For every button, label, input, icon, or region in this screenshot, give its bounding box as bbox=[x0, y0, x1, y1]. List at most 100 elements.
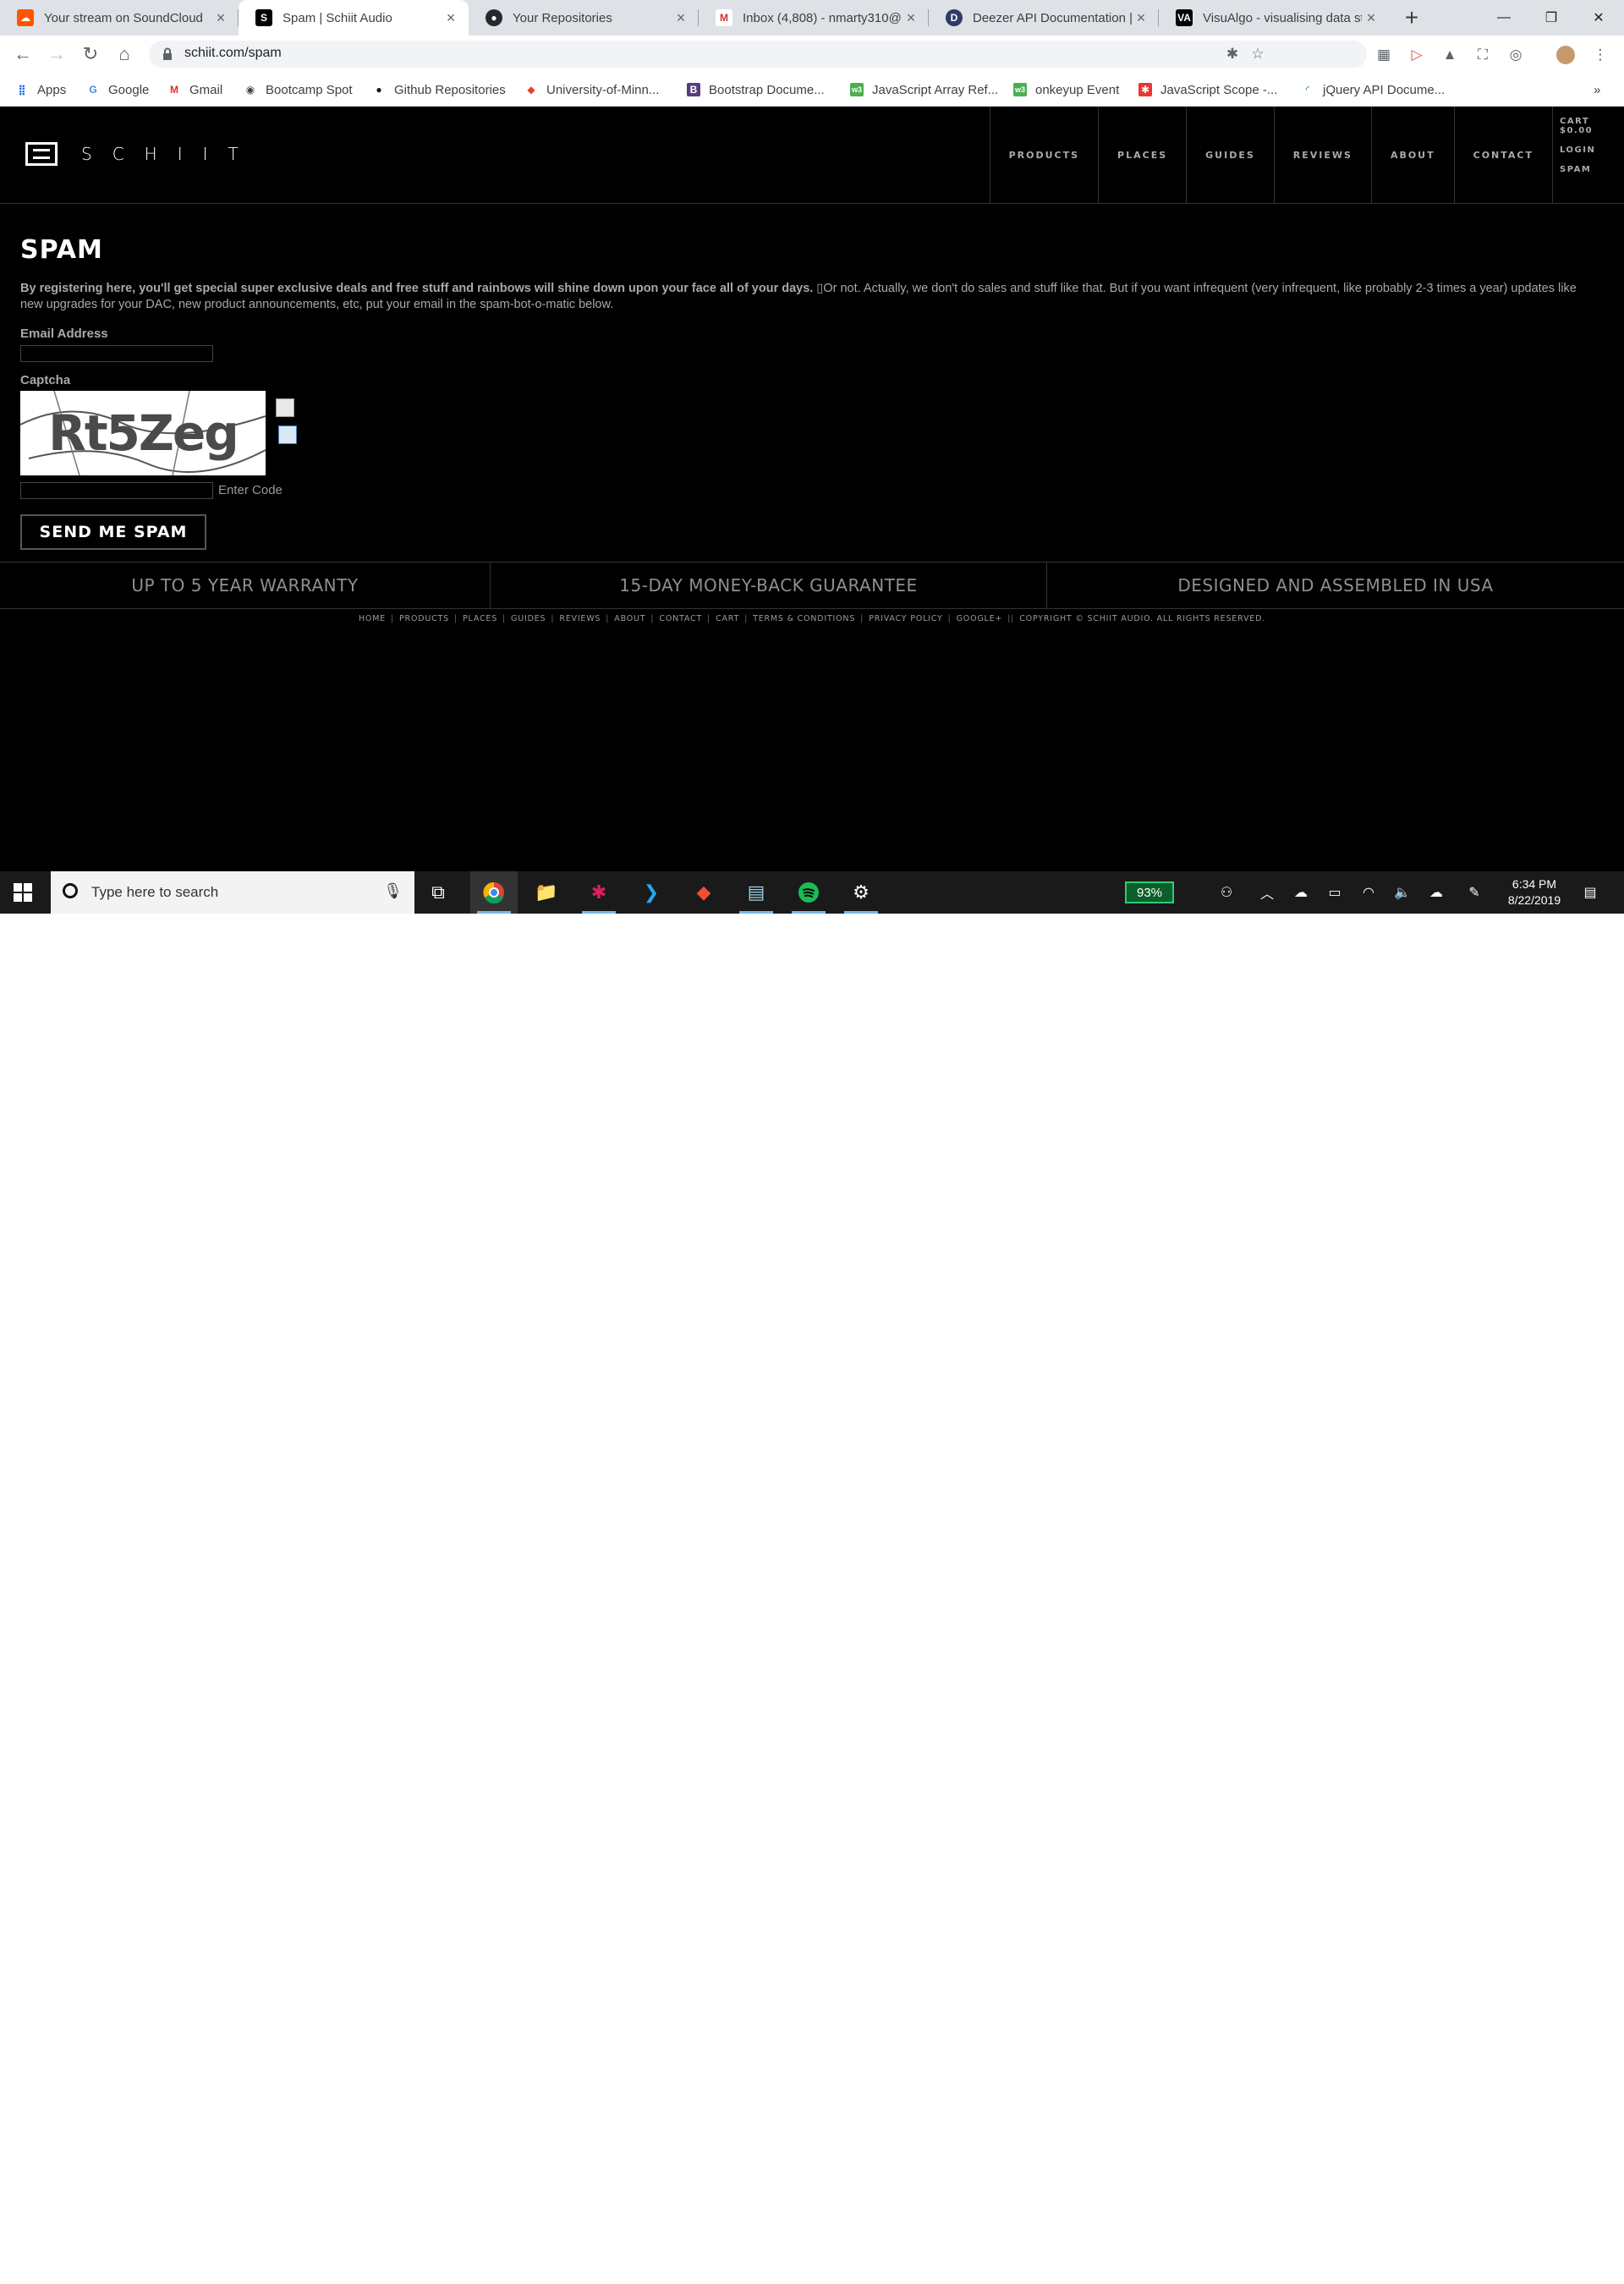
bookmark-apps[interactable]: ⣿ Apps bbox=[15, 73, 66, 107]
reload-icon[interactable]: ↻ bbox=[78, 41, 103, 67]
minimize-icon[interactable]: — bbox=[1479, 0, 1529, 36]
lock-icon bbox=[163, 47, 172, 60]
people-icon[interactable]: ⚇ bbox=[1211, 871, 1242, 914]
address-bar[interactable]: schiit.com/spam ✱ ☆ bbox=[149, 41, 1367, 68]
send-me-spam-button[interactable]: SEND ME SPAM bbox=[20, 514, 206, 550]
extension-icon[interactable]: ▦ bbox=[1374, 46, 1393, 64]
footer-link-terms[interactable]: TERMS & CONDITIONS bbox=[748, 614, 860, 623]
footer-link-google-plus[interactable]: GOOGLE+ bbox=[952, 614, 1008, 623]
captcha-input[interactable] bbox=[20, 482, 213, 499]
gitkraken-icon[interactable]: ◆ bbox=[680, 871, 727, 914]
nav-guides[interactable]: GUIDES bbox=[1186, 107, 1274, 203]
extension-icon[interactable]: ▷ bbox=[1407, 46, 1426, 64]
close-icon[interactable]: × bbox=[1362, 9, 1380, 27]
slack-icon[interactable]: ✱ bbox=[575, 871, 623, 914]
github-icon: ● bbox=[486, 9, 502, 26]
bookmark-gitlab[interactable]: ◆ University-of-Minn... bbox=[524, 73, 659, 107]
home-icon[interactable]: ⌂ bbox=[112, 41, 137, 67]
back-icon[interactable]: ← bbox=[10, 41, 36, 67]
task-view-icon[interactable]: ⧉ bbox=[414, 871, 462, 914]
onedrive-icon[interactable]: ☁ bbox=[1286, 871, 1316, 914]
captcha-noise: Rt5Zeg bbox=[20, 391, 266, 475]
tab-deezer[interactable]: D Deezer API Documentation | D × bbox=[929, 0, 1159, 36]
close-icon[interactable]: × bbox=[211, 9, 230, 27]
tab-visualgo[interactable]: VA VisuAlgo - visualising data str × bbox=[1159, 0, 1389, 36]
footer-link-products[interactable]: PRODUCTS bbox=[394, 614, 454, 623]
battery-icon[interactable]: ▭ bbox=[1320, 871, 1350, 914]
footer-link-guides[interactable]: GUIDES bbox=[506, 614, 551, 623]
spam-link[interactable]: SPAM bbox=[1560, 165, 1610, 174]
menu-icon[interactable]: ⋮ bbox=[1591, 46, 1610, 64]
bookmark-js-scope[interactable]: ✱ JavaScript Scope -... bbox=[1138, 73, 1277, 107]
tab-gmail[interactable]: M Inbox (4,808) - nmarty310@g × bbox=[699, 0, 929, 36]
pen-icon[interactable]: ✎ bbox=[1459, 871, 1490, 914]
notepad-icon[interactable]: ▤ bbox=[732, 871, 780, 914]
footer-link-contact[interactable]: CONTACT bbox=[654, 614, 707, 623]
bookmark-google[interactable]: G Google bbox=[86, 73, 149, 107]
file-explorer-icon[interactable]: 📁 bbox=[523, 871, 570, 914]
email-field[interactable] bbox=[20, 345, 213, 362]
bookmark-gmail[interactable]: M Gmail bbox=[167, 73, 222, 107]
footer-link-cart[interactable]: CART bbox=[710, 614, 744, 623]
tab-soundcloud[interactable]: ☁ Your stream on SoundCloud × bbox=[0, 0, 239, 36]
cloud-upload-icon[interactable]: ☁ bbox=[1421, 871, 1451, 914]
footer-link-home[interactable]: HOME bbox=[354, 614, 391, 623]
wifi-icon[interactable]: ◠ bbox=[1353, 871, 1384, 914]
bookmark-bootstrap[interactable]: B Bootstrap Docume... bbox=[687, 73, 825, 107]
close-icon[interactable]: × bbox=[442, 9, 460, 27]
bookmark-github[interactable]: ● Github Repositories bbox=[372, 73, 505, 107]
close-icon[interactable]: × bbox=[672, 9, 690, 27]
footer-link-reviews[interactable]: REVIEWS bbox=[554, 614, 606, 623]
cart-link[interactable]: CART $0.00 bbox=[1560, 117, 1610, 135]
screenshot-icon[interactable]: ⛶ bbox=[1473, 46, 1492, 64]
close-icon[interactable]: × bbox=[902, 9, 920, 27]
new-tab-icon[interactable]: + bbox=[1399, 5, 1424, 30]
volume-icon[interactable]: 🔈 bbox=[1387, 871, 1418, 914]
extension-blocked-icon[interactable]: ✱ bbox=[1223, 46, 1242, 64]
refresh-captcha-icon[interactable] bbox=[278, 426, 297, 444]
nav-about[interactable]: ABOUT bbox=[1370, 107, 1454, 203]
bookmark-star-icon[interactable]: ☆ bbox=[1248, 46, 1267, 64]
account-nav: CART $0.00 LOGIN SPAM bbox=[1560, 117, 1610, 184]
nav-reviews[interactable]: REVIEWS bbox=[1273, 107, 1371, 203]
avatar[interactable] bbox=[1556, 46, 1575, 64]
forward-icon[interactable]: → bbox=[44, 41, 69, 67]
footer-link-privacy[interactable]: PRIVACY POLICY bbox=[864, 614, 947, 623]
microphone-icon[interactable]: 🎙 bbox=[383, 882, 403, 900]
bookmark-js-array[interactable]: w3 JavaScript Array Ref... bbox=[850, 73, 998, 107]
tab-title: VisuAlgo - visualising data str bbox=[1203, 10, 1362, 25]
page-title: SPAM bbox=[20, 235, 103, 265]
footer-link-about[interactable]: ABOUT bbox=[609, 614, 650, 623]
close-icon[interactable]: × bbox=[1132, 9, 1150, 27]
nav-products[interactable]: PRODUCTS bbox=[989, 107, 1098, 203]
bookmark-onkeyup[interactable]: w3 onkeyup Event bbox=[1013, 73, 1119, 107]
extension-icon[interactable]: ◎ bbox=[1506, 46, 1525, 64]
tab-github[interactable]: ● Your Repositories × bbox=[469, 0, 699, 36]
tab-schiit[interactable]: S Spam | Schiit Audio × bbox=[239, 0, 469, 36]
captcha-text: Rt5Zeg bbox=[48, 404, 238, 462]
bookmark-bootcamp-spot[interactable]: ◉ Bootcamp Spot bbox=[244, 73, 353, 107]
screen: ☁ Your stream on SoundCloud × S Spam | S… bbox=[0, 0, 1624, 914]
chrome-icon[interactable] bbox=[470, 871, 518, 914]
chevron-up-icon[interactable]: ︿ bbox=[1252, 871, 1282, 914]
nav-places[interactable]: PLACES bbox=[1098, 107, 1186, 203]
nav-contact[interactable]: CONTACT bbox=[1453, 107, 1553, 203]
footer-link-places[interactable]: PLACES bbox=[458, 614, 502, 623]
close-window-icon[interactable]: ✕ bbox=[1573, 0, 1624, 36]
spotify-icon[interactable] bbox=[785, 871, 832, 914]
settings-gear-icon[interactable]: ⚙ bbox=[837, 871, 885, 914]
battery-indicator[interactable]: 93% bbox=[1125, 881, 1174, 903]
taskbar-clock[interactable]: 6:34 PM 8/22/2019 bbox=[1501, 876, 1568, 909]
taskbar-search[interactable]: Type here to search 🎙 bbox=[51, 871, 414, 914]
vscode-icon[interactable]: ❯ bbox=[628, 871, 675, 914]
restore-icon[interactable]: ❐ bbox=[1526, 0, 1577, 36]
tab-title: Your stream on SoundCloud bbox=[44, 10, 203, 25]
audio-captcha-icon[interactable] bbox=[276, 398, 294, 417]
bookmark-jquery[interactable]: ◜ jQuery API Docume... bbox=[1301, 73, 1446, 107]
windows-start-icon[interactable] bbox=[14, 883, 32, 902]
login-link[interactable]: LOGIN bbox=[1560, 145, 1610, 155]
drive-icon[interactable]: ▲ bbox=[1440, 46, 1459, 64]
more-bookmarks-icon[interactable]: » bbox=[1594, 73, 1600, 107]
notifications-icon[interactable]: ▤ bbox=[1575, 871, 1605, 914]
schiit-logo[interactable]: SCHIIT bbox=[25, 142, 259, 166]
